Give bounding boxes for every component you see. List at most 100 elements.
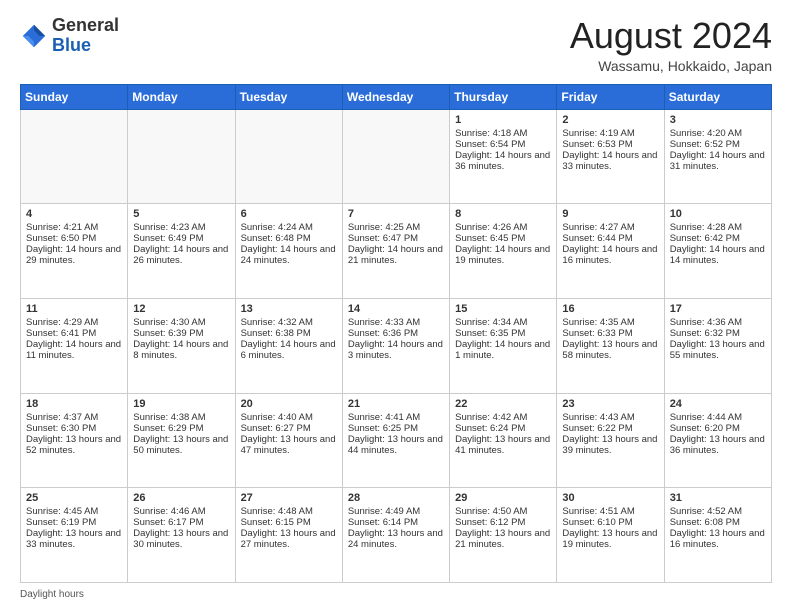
day-info: Sunset: 6:36 PM	[348, 328, 444, 339]
col-wednesday: Wednesday	[342, 84, 449, 109]
location-label: Wassamu, Hokkaido, Japan	[570, 58, 772, 74]
day-info: Sunrise: 4:18 AM	[455, 128, 551, 139]
col-saturday: Saturday	[664, 84, 771, 109]
day-number: 14	[348, 303, 444, 315]
day-number: 5	[133, 208, 229, 220]
day-info: Daylight: 14 hours and 31 minutes.	[670, 150, 766, 172]
calendar-cell: 10Sunrise: 4:28 AMSunset: 6:42 PMDayligh…	[664, 204, 771, 299]
day-info: Sunrise: 4:23 AM	[133, 222, 229, 233]
calendar-cell: 21Sunrise: 4:41 AMSunset: 6:25 PMDayligh…	[342, 393, 449, 488]
day-info: Daylight: 14 hours and 3 minutes.	[348, 339, 444, 361]
day-info: Sunset: 6:24 PM	[455, 423, 551, 434]
day-info: Sunset: 6:32 PM	[670, 328, 766, 339]
day-info: Sunset: 6:19 PM	[26, 517, 122, 528]
logo: General Blue	[20, 16, 119, 56]
day-number: 31	[670, 492, 766, 504]
day-number: 9	[562, 208, 658, 220]
calendar-cell: 31Sunrise: 4:52 AMSunset: 6:08 PMDayligh…	[664, 488, 771, 583]
day-info: Daylight: 13 hours and 24 minutes.	[348, 528, 444, 550]
day-info: Daylight: 13 hours and 19 minutes.	[562, 528, 658, 550]
day-info: Sunset: 6:44 PM	[562, 233, 658, 244]
day-number: 18	[26, 398, 122, 410]
calendar-cell: 18Sunrise: 4:37 AMSunset: 6:30 PMDayligh…	[21, 393, 128, 488]
calendar-cell: 24Sunrise: 4:44 AMSunset: 6:20 PMDayligh…	[664, 393, 771, 488]
day-number: 7	[348, 208, 444, 220]
day-number: 13	[241, 303, 337, 315]
day-info: Sunrise: 4:43 AM	[562, 412, 658, 423]
day-info: Daylight: 13 hours and 50 minutes.	[133, 434, 229, 456]
calendar-cell: 23Sunrise: 4:43 AMSunset: 6:22 PMDayligh…	[557, 393, 664, 488]
day-info: Sunrise: 4:37 AM	[26, 412, 122, 423]
calendar-cell: 20Sunrise: 4:40 AMSunset: 6:27 PMDayligh…	[235, 393, 342, 488]
calendar-cell: 17Sunrise: 4:36 AMSunset: 6:32 PMDayligh…	[664, 298, 771, 393]
day-info: Daylight: 14 hours and 29 minutes.	[26, 244, 122, 266]
day-info: Sunset: 6:27 PM	[241, 423, 337, 434]
day-info: Sunrise: 4:28 AM	[670, 222, 766, 233]
day-info: Sunset: 6:54 PM	[455, 139, 551, 150]
col-sunday: Sunday	[21, 84, 128, 109]
day-number: 25	[26, 492, 122, 504]
calendar-cell: 15Sunrise: 4:34 AMSunset: 6:35 PMDayligh…	[450, 298, 557, 393]
calendar-cell: 29Sunrise: 4:50 AMSunset: 6:12 PMDayligh…	[450, 488, 557, 583]
calendar-cell: 2Sunrise: 4:19 AMSunset: 6:53 PMDaylight…	[557, 109, 664, 204]
day-info: Daylight: 13 hours and 41 minutes.	[455, 434, 551, 456]
day-number: 11	[26, 303, 122, 315]
day-info: Sunrise: 4:45 AM	[26, 506, 122, 517]
day-info: Daylight: 13 hours and 36 minutes.	[670, 434, 766, 456]
title-block: August 2024 Wassamu, Hokkaido, Japan	[570, 16, 772, 74]
day-info: Sunrise: 4:34 AM	[455, 317, 551, 328]
day-info: Sunset: 6:41 PM	[26, 328, 122, 339]
day-info: Daylight: 14 hours and 26 minutes.	[133, 244, 229, 266]
day-info: Sunrise: 4:42 AM	[455, 412, 551, 423]
day-number: 12	[133, 303, 229, 315]
calendar-cell: 27Sunrise: 4:48 AMSunset: 6:15 PMDayligh…	[235, 488, 342, 583]
day-number: 17	[670, 303, 766, 315]
day-number: 8	[455, 208, 551, 220]
day-info: Sunset: 6:39 PM	[133, 328, 229, 339]
day-info: Sunrise: 4:36 AM	[670, 317, 766, 328]
day-info: Daylight: 14 hours and 14 minutes.	[670, 244, 766, 266]
day-info: Sunset: 6:33 PM	[562, 328, 658, 339]
logo-text: General Blue	[52, 16, 119, 56]
day-info: Sunrise: 4:40 AM	[241, 412, 337, 423]
header: General Blue August 2024 Wassamu, Hokkai…	[20, 16, 772, 74]
day-info: Sunset: 6:20 PM	[670, 423, 766, 434]
day-info: Sunrise: 4:35 AM	[562, 317, 658, 328]
calendar-cell: 19Sunrise: 4:38 AMSunset: 6:29 PMDayligh…	[128, 393, 235, 488]
day-info: Sunrise: 4:29 AM	[26, 317, 122, 328]
day-info: Daylight: 14 hours and 16 minutes.	[562, 244, 658, 266]
day-info: Sunset: 6:15 PM	[241, 517, 337, 528]
page: General Blue August 2024 Wassamu, Hokkai…	[0, 0, 792, 612]
day-number: 24	[670, 398, 766, 410]
calendar-cell: 11 Sunrise: 4:29 AMSunset: 6:41 PMDayligh…	[21, 298, 128, 393]
day-number: 26	[133, 492, 229, 504]
day-info: Daylight: 14 hours and 6 minutes.	[241, 339, 337, 361]
week-row-4: 18Sunrise: 4:37 AMSunset: 6:30 PMDayligh…	[21, 393, 772, 488]
calendar-cell: 1Sunrise: 4:18 AMSunset: 6:54 PMDaylight…	[450, 109, 557, 204]
day-info: Sunset: 6:47 PM	[348, 233, 444, 244]
day-info: Sunrise: 4:19 AM	[562, 128, 658, 139]
day-number: 3	[670, 114, 766, 126]
day-info: Daylight: 13 hours and 44 minutes.	[348, 434, 444, 456]
day-number: 19	[133, 398, 229, 410]
calendar-cell	[342, 109, 449, 204]
day-info: Sunset: 6:52 PM	[670, 139, 766, 150]
day-number: 29	[455, 492, 551, 504]
day-info: Sunset: 6:42 PM	[670, 233, 766, 244]
day-info: Sunrise: 4:48 AM	[241, 506, 337, 517]
day-number: 20	[241, 398, 337, 410]
day-number: 1	[455, 114, 551, 126]
month-year-title: August 2024	[570, 16, 772, 56]
day-info: Daylight: 14 hours and 21 minutes.	[348, 244, 444, 266]
week-row-5: 25 Sunrise: 4:45 AMSunset: 6:19 PM Dayligh…	[21, 488, 772, 583]
day-info: Daylight: 14 hours and 33 minutes.	[562, 150, 658, 172]
day-info: Sunset: 6:22 PM	[562, 423, 658, 434]
day-number: 22	[455, 398, 551, 410]
col-thursday: Thursday	[450, 84, 557, 109]
week-row-2: 4Sunrise: 4:21 AMSunset: 6:50 PMDaylight…	[21, 204, 772, 299]
week-row-1: 1 Sunrise: 4:18 AMSunset: 6:54 PM Daylight…	[21, 109, 772, 204]
day-info: Daylight: 14 hours and 11 minutes.	[26, 339, 122, 361]
day-number: 15	[455, 303, 551, 315]
day-info: Sunset: 6:29 PM	[133, 423, 229, 434]
day-info: Sunset: 6:08 PM	[670, 517, 766, 528]
